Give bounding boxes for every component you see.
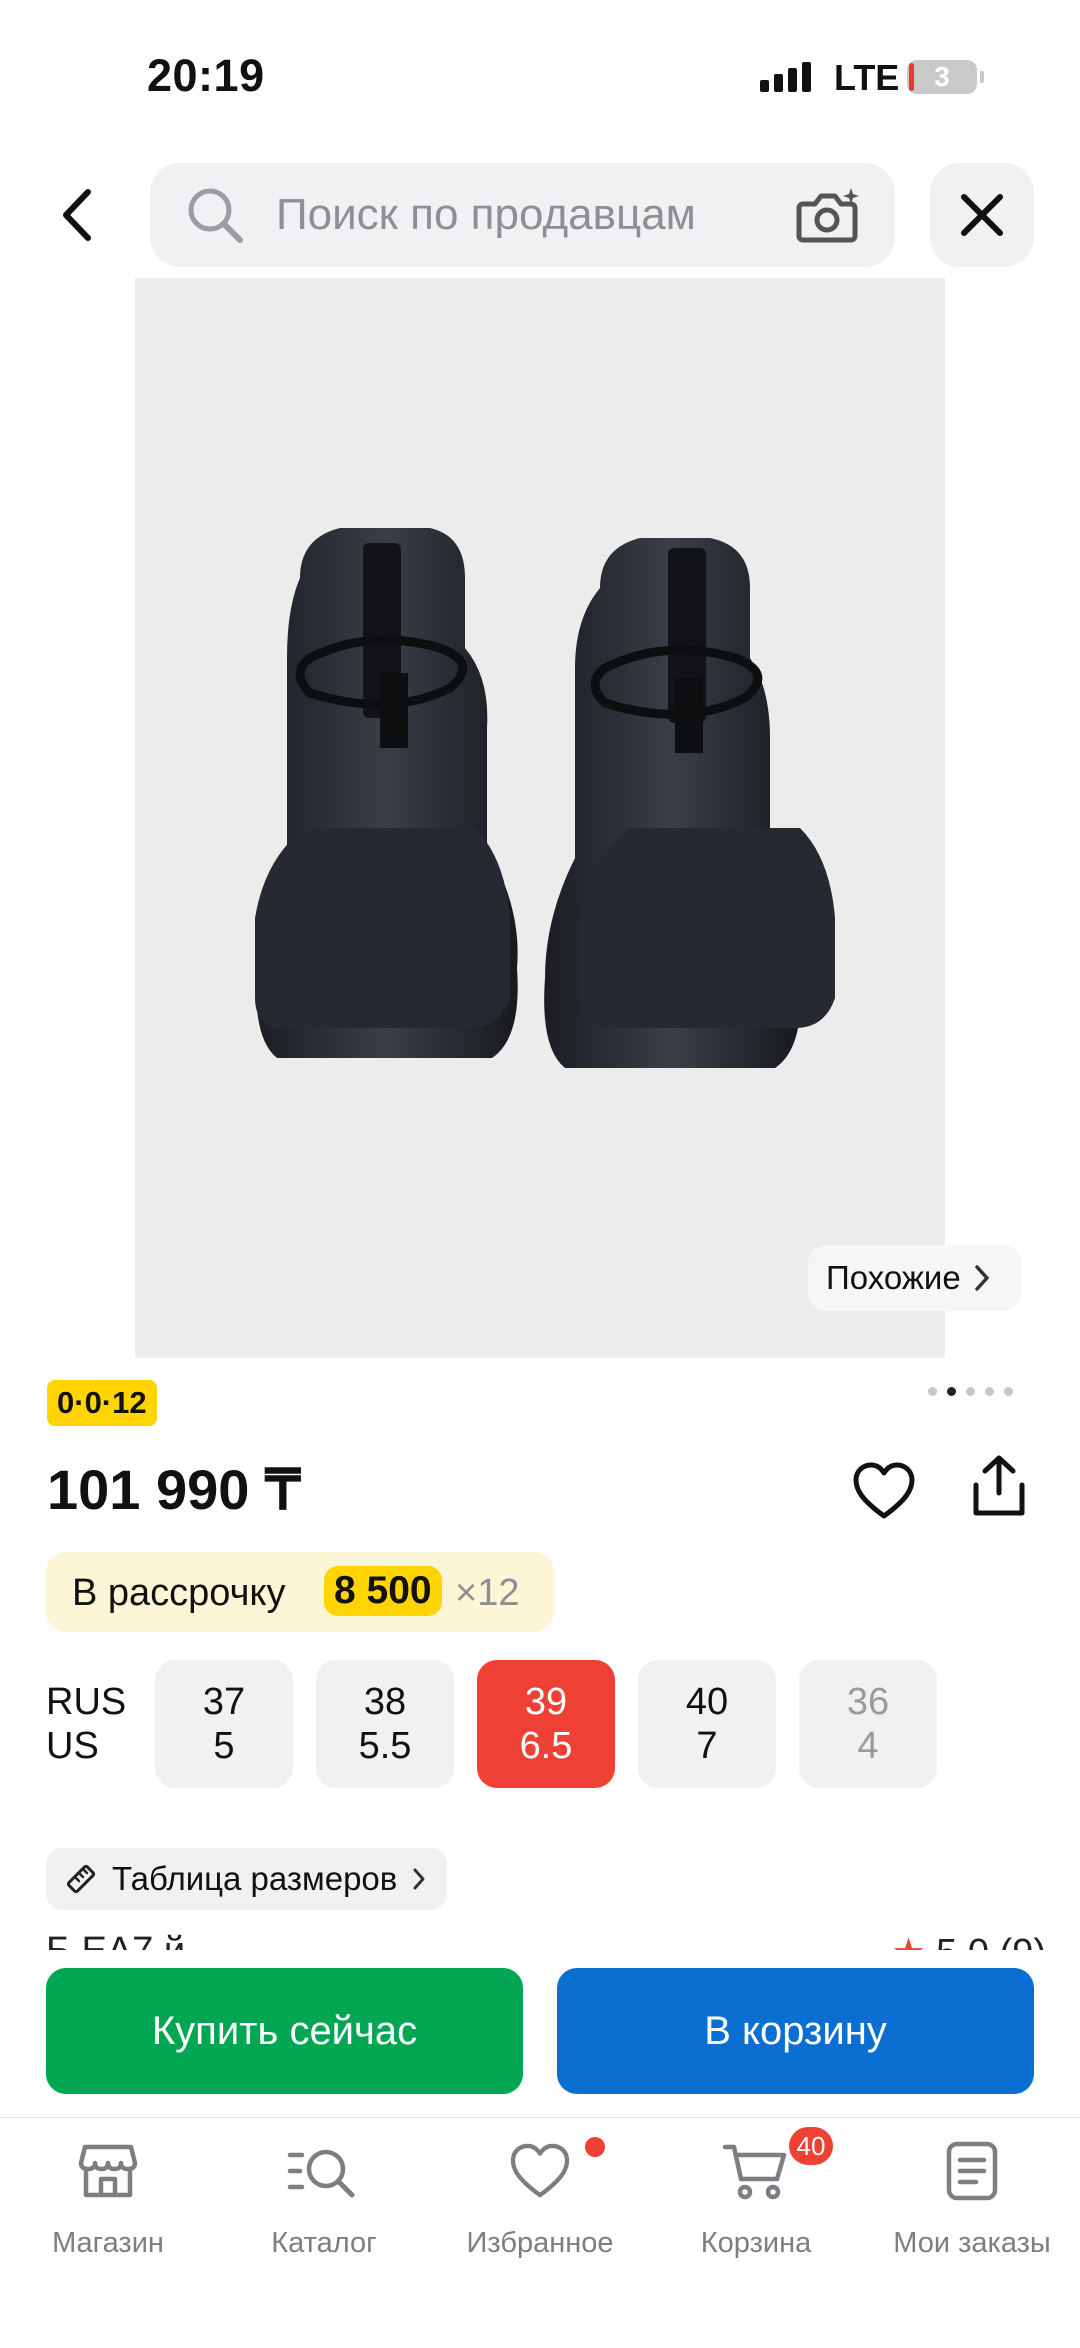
size-rus: 36 (846, 1681, 890, 1723)
pagination-dot (928, 1387, 937, 1396)
search-icon (188, 188, 243, 243)
battery-icon: 3 (907, 60, 984, 94)
installment-label: В рассрочку (72, 1572, 286, 1614)
product-price: 101 990 ₸ (47, 1458, 301, 1521)
nav-item-catalog[interactable]: Каталог (216, 2135, 432, 2260)
product-image[interactable] (135, 278, 945, 1358)
nav-label: Каталог (271, 2227, 377, 2259)
cart-count-badge: 40 (789, 2127, 833, 2165)
boots-photo (255, 528, 835, 1068)
nav-item-favorites[interactable]: Избранное (432, 2135, 648, 2260)
pagination-dot (1004, 1387, 1013, 1396)
size-us: 4 (857, 1725, 879, 1767)
notification-dot (585, 2137, 605, 2157)
nav-item-shop[interactable]: Магазин (0, 2135, 216, 2260)
nav-label: Мои заказы (893, 2227, 1051, 2259)
status-time: 20:19 (147, 50, 265, 101)
size-us: 6.5 (519, 1725, 573, 1767)
size-label-rus: RUS (46, 1681, 127, 1723)
nav-label: Магазин (52, 2227, 164, 2259)
size-us: 5.5 (358, 1725, 412, 1767)
nav-label: Корзина (700, 2227, 812, 2259)
close-icon (961, 194, 1003, 236)
rating-cut: ★ 5.0 (9) (892, 1930, 1046, 1950)
size-option[interactable]: 40 7 (638, 1660, 776, 1788)
pagination-dot (966, 1387, 975, 1396)
pagination-dot (985, 1387, 994, 1396)
size-rus: 37 (202, 1681, 246, 1723)
camera-search-icon[interactable] (795, 186, 861, 246)
orders-icon (946, 2141, 998, 2201)
size-table-button[interactable]: Таблица размеров (46, 1848, 448, 1910)
gallery-pagination (928, 1387, 1013, 1396)
nav-item-cart[interactable]: 40 Корзина (648, 2127, 864, 2260)
close-button[interactable] (930, 163, 1034, 267)
ruler-icon (66, 1864, 96, 1894)
promo-badge: 0·0·12 (47, 1380, 157, 1426)
size-rus: 39 (524, 1681, 568, 1723)
heart-icon[interactable] (852, 1462, 916, 1520)
shop-icon (78, 2144, 138, 2198)
installment-multiplier: ×12 (455, 1572, 520, 1614)
similar-button[interactable]: Похожие (808, 1245, 1021, 1311)
size-option[interactable]: 38 5.5 (316, 1660, 454, 1788)
similar-label: Похожие (826, 1259, 961, 1296)
rating-value: 5.0 (9) (936, 1932, 1046, 1950)
size-option-unavailable[interactable]: 36 4 (799, 1660, 937, 1788)
size-option-selected[interactable]: 39 6.5 (477, 1660, 615, 1788)
size-us: 7 (696, 1725, 718, 1767)
search-input[interactable]: Поиск по продавцам (276, 190, 696, 240)
chevron-left-icon (63, 189, 91, 241)
buy-now-button[interactable]: Купить сейчас (46, 1968, 523, 2094)
battery-level: 3 (934, 61, 950, 92)
size-rus: 40 (685, 1681, 729, 1723)
cart-icon (723, 2144, 787, 2200)
size-rus: 38 (363, 1681, 407, 1723)
nav-label: Избранное (466, 2227, 614, 2259)
network-label: LTE (834, 57, 900, 98)
product-title-partial: Б EA7 й ★ 5.0 (9) (46, 1928, 1046, 1950)
add-to-cart-button[interactable]: В корзину (557, 1968, 1034, 2094)
size-us: 5 (213, 1725, 235, 1767)
chevron-right-icon (974, 1265, 989, 1291)
pagination-dot-active (947, 1387, 956, 1396)
nav-item-orders[interactable]: Мои заказы (864, 2135, 1080, 2260)
installment-amount: 8 500 (324, 1566, 442, 1616)
size-label-us: US (46, 1725, 99, 1767)
heart-icon (510, 2143, 570, 2198)
size-table-label: Таблица размеров (112, 1860, 398, 1897)
chevron-right-icon (413, 1868, 425, 1890)
signal-icon (760, 62, 811, 92)
share-icon[interactable] (968, 1453, 1030, 1519)
catalog-search-icon (287, 2149, 355, 2198)
size-option[interactable]: 37 5 (155, 1660, 293, 1788)
back-button[interactable] (50, 180, 110, 250)
size-system-labels: RUS US (46, 1680, 126, 1768)
